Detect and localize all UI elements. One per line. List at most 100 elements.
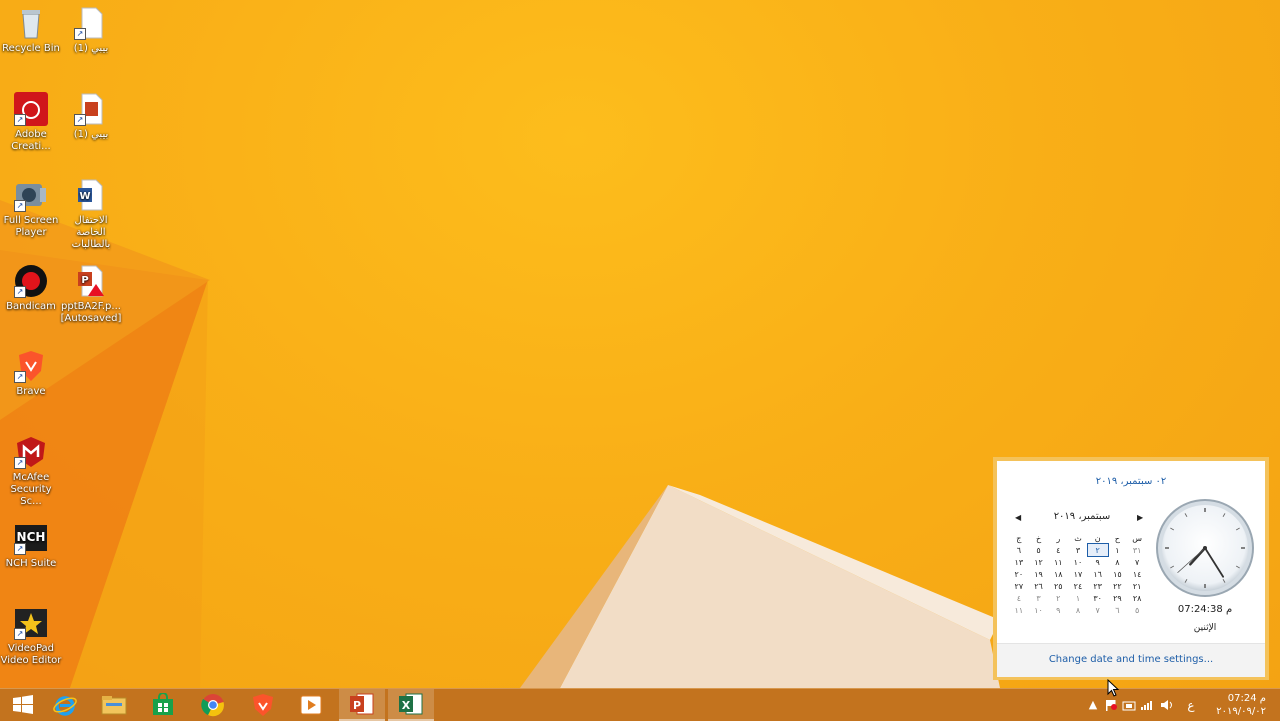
calendar-day[interactable]: ١٤ [1127, 568, 1147, 580]
weekday-header: ح [1114, 533, 1120, 543]
calendar-week-row: ٢٧ ٢٦ ٢٥ ٢٤ ٢٣ ٢٢ ٢١ [1009, 580, 1147, 592]
recycle-bin-icon [14, 6, 48, 40]
calendar-day[interactable]: ٢٦ [1029, 580, 1049, 592]
show-hidden-icons-chevron-icon[interactable]: ▲ [1086, 699, 1100, 711]
excel-button[interactable]: X [388, 689, 434, 721]
recycle-bin-shortcut[interactable]: Recycle Bin [0, 6, 62, 55]
calendar-day[interactable]: ٢٧ [1009, 580, 1029, 592]
calendar-day[interactable]: ٢٣ [1088, 580, 1108, 592]
full-screen-player-icon: ↗ [14, 178, 48, 212]
calendar-day[interactable]: ٢٩ [1108, 592, 1128, 604]
calendar-day[interactable]: ٧ [1088, 604, 1108, 616]
mcafee-shortcut[interactable]: ↗ McAfee Security Sc... [0, 435, 62, 508]
powerpoint-document-icon: P [74, 264, 108, 298]
calendar-day[interactable]: ١٠ [1068, 556, 1088, 568]
change-date-time-settings-link[interactable]: Change date and time settings... [997, 654, 1265, 665]
calendar-day[interactable]: ١٠ [1029, 604, 1049, 616]
calendar-day[interactable]: ٨ [1108, 556, 1128, 568]
calendar-day[interactable]: ٥ [1029, 544, 1049, 556]
calendar-day[interactable]: ٢١ [1127, 580, 1147, 592]
file-shortcut-2[interactable]: ↗ بيبي (1) [60, 92, 122, 141]
analog-clock-icon [1156, 499, 1254, 597]
bandicam-shortcut[interactable]: ↗ Bandicam [0, 264, 62, 313]
calendar-day[interactable]: ١١ [1009, 604, 1029, 616]
calendar-day[interactable]: ١٧ [1068, 568, 1088, 580]
calendar-day[interactable]: ٢ [1048, 592, 1068, 604]
videopad-shortcut[interactable]: ↗ VideoPad Video Editor [0, 606, 62, 667]
calendar-day[interactable]: ٢٤ [1068, 580, 1088, 592]
icon-label: Brave [16, 386, 46, 397]
calendar-day[interactable]: ٢٢ [1108, 580, 1128, 592]
word-document-icon: W [74, 178, 108, 212]
media-player-button[interactable] [288, 689, 334, 721]
nch-suite-shortcut[interactable]: NCH ↗ NCH Suite [0, 521, 62, 570]
month-title[interactable]: سبتمبر، ٢٠١٩ [1037, 511, 1127, 522]
calendar-day[interactable]: ١١ [1048, 556, 1068, 568]
calendar-day[interactable]: ٣ [1068, 544, 1088, 556]
calendar-day[interactable]: ٨ [1068, 604, 1088, 616]
calendar-day[interactable]: ١٦ [1088, 568, 1108, 580]
brave-taskbar-button[interactable] [240, 689, 286, 721]
adobe-creative-cloud-icon: ↗ [14, 92, 48, 126]
input-language-indicator[interactable]: ع [1184, 699, 1198, 711]
windows-logo-icon [13, 695, 33, 714]
calendar-day[interactable]: ٥ [1127, 604, 1147, 616]
calendar-day[interactable]: ١٩ [1029, 568, 1049, 580]
media-play-icon [300, 695, 322, 715]
word-document-file[interactable]: W الاحتفال الخاصة بالطالبات [60, 178, 122, 251]
calendar-day[interactable]: ١٥ [1108, 568, 1128, 580]
start-button[interactable] [0, 689, 46, 721]
calendar-day[interactable]: ٢٥ [1048, 580, 1068, 592]
bandicam-icon: ↗ [14, 264, 48, 298]
calendar-day[interactable]: ٣٠ [1088, 592, 1108, 604]
icon-label: Full Screen Player [3, 215, 59, 238]
calendar-day[interactable]: ١ [1108, 544, 1128, 556]
calendar-day[interactable]: ٧ [1127, 556, 1147, 568]
calendar-day[interactable]: ٢٠ [1009, 568, 1029, 580]
file-shortcut-1[interactable]: ↗ بيبي (1) [60, 6, 122, 55]
internet-explorer-icon [53, 696, 77, 716]
taskbar-clock[interactable]: 07:24 م ٢٠١٩/٠٩/٠٢ [1216, 692, 1266, 718]
store-button[interactable] [140, 689, 186, 721]
long-date-link[interactable]: ٠٢ سبتمبر، ٢٠١٩ [997, 476, 1265, 487]
icon-label: pptBA2F.p... [Autosaved] [60, 301, 122, 324]
adobe-creative-cloud-shortcut[interactable]: ↗ Adobe Creati... [0, 92, 62, 153]
volume-speaker-icon[interactable] [1160, 699, 1174, 711]
digital-time: 07:24:38 م [1177, 604, 1233, 615]
calendar-day[interactable]: ٢ [1086, 543, 1109, 557]
calendar-day[interactable]: ١٨ [1048, 568, 1068, 580]
calendar-day[interactable]: ٤ [1009, 592, 1029, 604]
calendar-day[interactable]: ١٣ [1009, 556, 1029, 568]
calendar-day[interactable]: ٩ [1048, 604, 1068, 616]
calendar-day[interactable]: ٢٨ [1127, 592, 1147, 604]
calendar-day[interactable]: ٣ [1029, 592, 1049, 604]
taskbar: P X ▲ ع 07:24 م ٢٠١٩/٠٩/٠٢ [0, 688, 1280, 721]
calendar-day[interactable]: ١٢ [1029, 556, 1049, 568]
calendar-week-row: ١٣ ١٢ ١١ ١٠ ٩ ٨ ٧ [1009, 556, 1147, 568]
calendar-day[interactable]: ٤ [1048, 544, 1068, 556]
powerpoint-autosaved-file[interactable]: P pptBA2F.p... [Autosaved] [60, 264, 122, 325]
calendar-day[interactable]: ٩ [1088, 556, 1108, 568]
calendar-day[interactable]: ١ [1068, 592, 1088, 604]
brave-shortcut[interactable]: ↗ Brave [0, 349, 62, 398]
internet-explorer-button[interactable] [42, 689, 88, 721]
chrome-button[interactable] [190, 689, 236, 721]
signal-bars-icon[interactable] [1140, 699, 1154, 711]
next-month-arrow[interactable]: ▶ [1137, 513, 1143, 522]
full-screen-player-shortcut[interactable]: ↗ Full Screen Player [0, 178, 62, 239]
brave-lion-icon [253, 694, 273, 716]
action-center-flag-icon[interactable] [1104, 699, 1118, 711]
day-name: الإثنين [1193, 623, 1217, 633]
previous-month-arrow[interactable]: ◀ [1015, 513, 1021, 522]
file-explorer-button[interactable] [91, 689, 137, 721]
calendar-day[interactable]: ٦ [1009, 544, 1029, 556]
powerpoint-button[interactable]: P [339, 689, 385, 721]
icon-label: Adobe Creati... [11, 129, 51, 152]
network-icon[interactable] [1122, 699, 1136, 711]
calendar-day[interactable]: ٣١ [1127, 544, 1147, 556]
svg-text:W: W [79, 191, 90, 202]
powerpoint-icon: P [350, 693, 374, 715]
weekday-header: ث [1074, 533, 1082, 543]
calendar-week-row: ٢٠ ١٩ ١٨ ١٧ ١٦ ١٥ ١٤ [1009, 568, 1147, 580]
calendar-day[interactable]: ٦ [1108, 604, 1128, 616]
